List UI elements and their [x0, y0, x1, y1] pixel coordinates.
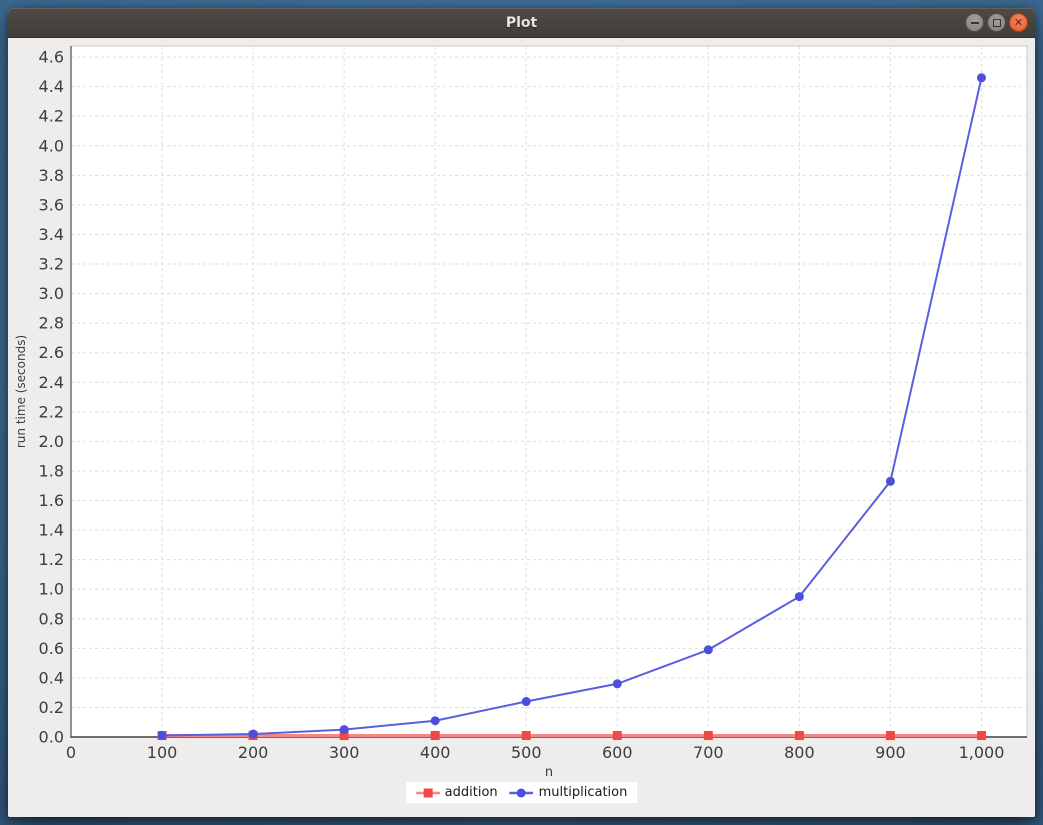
- y-tick-label: 0.6: [39, 639, 64, 658]
- y-tick-label: 2.4: [39, 373, 64, 392]
- y-tick-label: 3.8: [39, 166, 64, 185]
- data-point-multiplication: [795, 592, 804, 601]
- maximize-icon: [993, 19, 1001, 27]
- data-point-addition: [886, 731, 895, 740]
- chart: 0.0 0.2 0.4 0.6 0.8 1.0 1.2 1.4 1.6 1.8 2.0 2.2 2.4 2…: [8, 38, 1035, 817]
- minimize-button[interactable]: [965, 13, 984, 32]
- legend-label: addition: [445, 785, 498, 800]
- x-tick-label: 300: [329, 743, 360, 762]
- data-point-multiplication: [977, 73, 986, 82]
- data-point-multiplication: [249, 730, 258, 739]
- close-icon: ✕: [1014, 17, 1023, 28]
- y-tick-label: 0.8: [39, 609, 64, 628]
- y-tick-label: 0.0: [39, 728, 64, 747]
- x-tick-label: 100: [147, 743, 178, 762]
- data-point-addition: [977, 731, 986, 740]
- y-tick-label: 3.4: [39, 225, 64, 244]
- x-tick-label: 800: [784, 743, 815, 762]
- data-point-multiplication: [158, 731, 167, 740]
- y-tick-label: 2.2: [39, 402, 64, 421]
- x-tick-label: 500: [511, 743, 542, 762]
- y-tick-label: 1.0: [39, 580, 64, 599]
- window-title: Plot: [506, 15, 537, 31]
- y-tick-label: 4.4: [39, 77, 64, 96]
- y-tick-label: 4.2: [39, 107, 64, 126]
- y-tick-label: 3.6: [39, 195, 64, 214]
- x-tick-label: 200: [238, 743, 269, 762]
- y-axis-title: run time (seconds): [14, 335, 28, 448]
- maximize-button[interactable]: [987, 13, 1006, 32]
- close-button[interactable]: ✕: [1009, 13, 1028, 32]
- data-point-multiplication: [704, 645, 713, 654]
- chart-canvas: 0.0 0.2 0.4 0.6 0.8 1.0 1.2 1.4 1.6 1.8 2.0 2.2 2.4 2…: [8, 38, 1035, 817]
- data-point-multiplication: [522, 697, 531, 706]
- x-axis-title: n: [545, 765, 553, 780]
- data-point-multiplication: [613, 679, 622, 688]
- x-tick-label: 900: [875, 743, 906, 762]
- x-tick-label: 1,000: [959, 743, 1005, 762]
- data-point-addition: [704, 731, 713, 740]
- data-point-multiplication: [431, 716, 440, 725]
- y-tick-label: 2.6: [39, 343, 64, 362]
- plot-area: [71, 46, 1027, 737]
- x-tick-label: 700: [693, 743, 724, 762]
- y-tick-label: 0.4: [39, 668, 64, 687]
- data-point-addition: [522, 731, 531, 740]
- y-tick-label: 3.2: [39, 255, 64, 274]
- x-tick-label: 0: [66, 743, 76, 762]
- y-tick-label: 2.0: [39, 432, 64, 451]
- legend-item-multiplication: multiplication: [510, 785, 628, 800]
- title-bar[interactable]: Plot ✕: [8, 8, 1035, 38]
- legend-square: [423, 788, 432, 797]
- data-point-multiplication: [886, 477, 895, 486]
- legend-item-addition: addition: [416, 785, 498, 800]
- y-tick-label: 1.6: [39, 491, 64, 510]
- y-tick-label: 4.0: [39, 136, 64, 155]
- x-tick-label: 400: [420, 743, 451, 762]
- desktop-background: { "window": { "title": "Plot", "controls…: [0, 0, 1043, 825]
- legend-label: multiplication: [539, 785, 628, 800]
- data-point-multiplication: [340, 725, 349, 734]
- y-tick-label: 1.4: [39, 521, 64, 540]
- minimize-icon: [971, 22, 979, 24]
- legend-marker-square-icon: [416, 787, 440, 799]
- data-point-addition: [431, 731, 440, 740]
- legend-marker-circle-icon: [510, 787, 534, 799]
- y-tick-label: 1.8: [39, 461, 64, 480]
- x-tick-label: 600: [602, 743, 633, 762]
- plot-window: Plot ✕ 0.0 0.2 0.4 0.6 0.8 1.0 1.2 1.4 1.6 1.8 2.0…: [8, 8, 1035, 817]
- y-tick-label: 1.2: [39, 550, 64, 569]
- y-tick-label: 3.0: [39, 284, 64, 303]
- data-point-addition: [613, 731, 622, 740]
- y-tick-label: 0.2: [39, 698, 64, 717]
- data-point-addition: [795, 731, 804, 740]
- window-controls: ✕: [965, 8, 1028, 37]
- legend: addition multiplication: [406, 782, 638, 803]
- y-tick-label: 4.6: [39, 48, 64, 67]
- y-tick-label: 2.8: [39, 314, 64, 333]
- legend-circle: [517, 788, 526, 797]
